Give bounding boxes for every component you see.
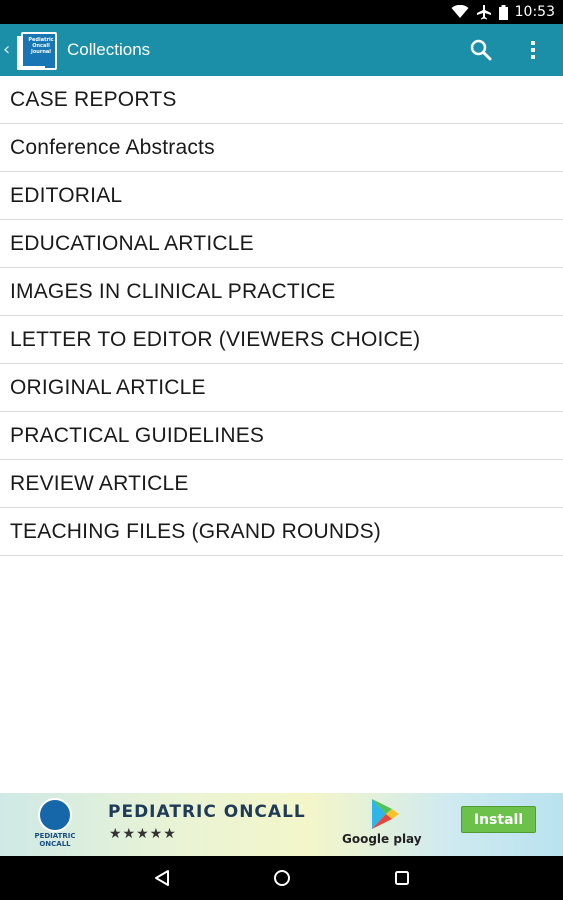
list-item-label: REVIEW ARTICLE xyxy=(10,471,189,495)
ad-banner[interactable]: PEDIATRIC ONCALL PEDIATRIC ONCALL ★★★★★ … xyxy=(0,793,563,856)
ad-logo-text-line: ONCALL xyxy=(39,840,71,848)
overflow-menu-button[interactable] xyxy=(513,24,553,76)
list-item-label: ORIGINAL ARTICLE xyxy=(10,375,206,399)
action-bar: ‹ Pediatric Oncall Journal Collections xyxy=(0,24,563,76)
app-logo-spine xyxy=(17,36,23,70)
list-item[interactable]: TEACHING FILES (GRAND ROUNDS) xyxy=(0,508,563,556)
list-item-label: EDITORIAL xyxy=(10,183,123,207)
app-logo[interactable]: Pediatric Oncall Journal xyxy=(15,28,59,72)
home-button[interactable] xyxy=(252,856,312,900)
page-title: Collections xyxy=(67,40,151,59)
ad-app-logo: PEDIATRIC ONCALL xyxy=(27,798,83,852)
google-play-label: Google play xyxy=(342,832,422,846)
ad-logo-text: PEDIATRIC ONCALL xyxy=(27,832,83,848)
list-item-label: Conference Abstracts xyxy=(10,135,215,159)
navigation-bar xyxy=(0,856,563,900)
app-logo-text: Pediatric Oncall Journal xyxy=(26,37,56,55)
ad-app-name: PEDIATRIC ONCALL xyxy=(108,802,306,822)
recents-button[interactable] xyxy=(372,856,432,900)
list-item-label: IMAGES IN CLINICAL PRACTICE xyxy=(10,279,336,303)
status-time: 10:53 xyxy=(514,4,555,20)
app-logo-foot xyxy=(17,66,45,70)
ad-logo-text-line: PEDIATRIC xyxy=(34,832,76,840)
up-chevron-icon[interactable]: ‹ xyxy=(3,41,13,59)
status-bar: 10:53 xyxy=(0,0,563,24)
ad-rating-stars: ★★★★★ xyxy=(109,826,177,842)
app-logo-text-line: Journal xyxy=(31,49,51,55)
list-item[interactable]: LETTER TO EDITOR (VIEWERS CHOICE) xyxy=(0,316,563,364)
google-play-icon xyxy=(372,799,399,829)
home-icon xyxy=(274,870,290,886)
ad-logo-emblem xyxy=(38,798,72,832)
collections-list: CASE REPORTS Conference Abstracts EDITOR… xyxy=(0,76,563,556)
back-button[interactable] xyxy=(132,856,192,900)
recents-icon xyxy=(395,871,409,885)
search-button[interactable] xyxy=(461,24,501,76)
wifi-icon xyxy=(451,5,469,18)
list-item[interactable]: PRACTICAL GUIDELINES xyxy=(0,412,563,460)
list-item[interactable]: ORIGINAL ARTICLE xyxy=(0,364,563,412)
list-item-label: CASE REPORTS xyxy=(10,87,177,111)
list-item[interactable]: REVIEW ARTICLE xyxy=(0,460,563,508)
list-item[interactable]: EDUCATIONAL ARTICLE xyxy=(0,220,563,268)
list-item[interactable]: EDITORIAL xyxy=(0,172,563,220)
airplane-icon xyxy=(476,5,491,20)
overflow-menu-icon xyxy=(531,41,535,59)
battery-icon xyxy=(498,4,508,20)
list-item-label: PRACTICAL GUIDELINES xyxy=(10,423,265,447)
list-item[interactable]: IMAGES IN CLINICAL PRACTICE xyxy=(0,268,563,316)
list-item-label: TEACHING FILES (GRAND ROUNDS) xyxy=(10,519,381,543)
list-item[interactable]: CASE REPORTS xyxy=(0,76,563,124)
list-item-label: EDUCATIONAL ARTICLE xyxy=(10,231,254,255)
search-icon xyxy=(470,39,492,61)
install-button[interactable]: Install xyxy=(461,806,536,833)
list-item-label: LETTER TO EDITOR (VIEWERS CHOICE) xyxy=(10,327,421,351)
back-icon xyxy=(155,870,169,886)
list-item[interactable]: Conference Abstracts xyxy=(0,124,563,172)
